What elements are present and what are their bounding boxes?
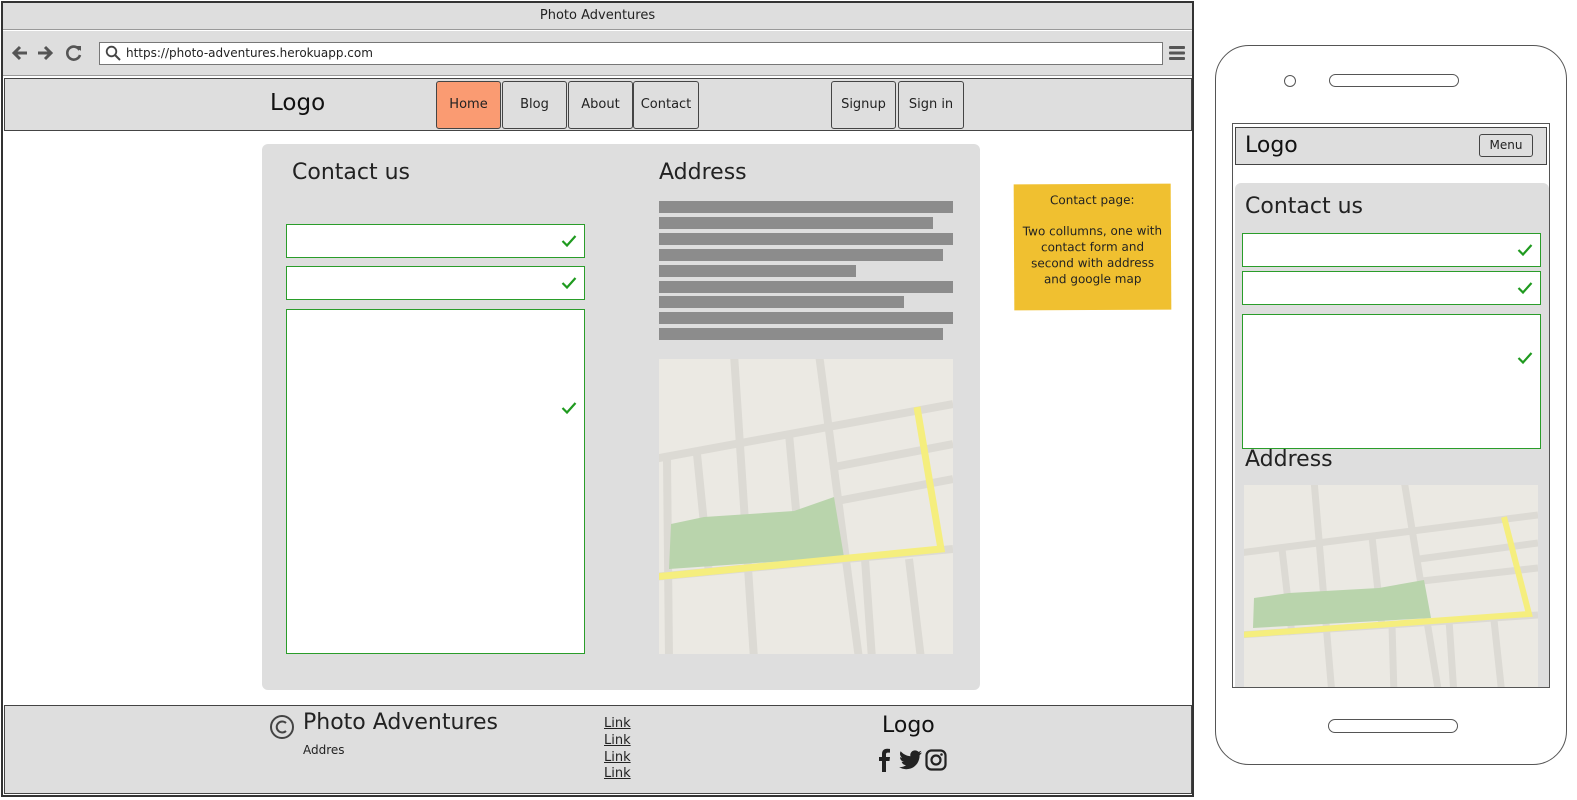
- signin-button[interactable]: Sign in: [898, 81, 964, 129]
- sticky-note: Contact page: Two collumns, one with con…: [1013, 183, 1172, 311]
- mobile-name-field[interactable]: [1242, 233, 1541, 267]
- site-navbar: Logo Home Blog About Contact Signup Sign…: [4, 78, 1192, 131]
- nav-blog[interactable]: Blog: [502, 81, 567, 129]
- address-line: [659, 233, 953, 245]
- phone-camera: [1284, 75, 1296, 87]
- check-icon: [561, 235, 577, 248]
- facebook-icon[interactable]: [873, 748, 895, 772]
- copyright-icon: [270, 715, 294, 739]
- reload-icon[interactable]: [64, 43, 84, 63]
- twitter-icon[interactable]: [899, 748, 923, 772]
- address-line: [659, 201, 953, 213]
- address-line: [659, 312, 953, 324]
- footer-brand: Photo Adventures: [303, 710, 499, 735]
- browser-toolbar: https://photo-adventures.herokuapp.com: [3, 31, 1192, 76]
- forward-arrow-icon[interactable]: [35, 43, 55, 63]
- browser-window: Photo Adventures https://photo-adventure…: [1, 1, 1194, 797]
- browser-menu-icon[interactable]: [1168, 45, 1186, 61]
- mobile-email-field[interactable]: [1242, 271, 1541, 305]
- footer-link[interactable]: Link: [604, 766, 631, 781]
- search-icon: [105, 45, 121, 61]
- address-line: [659, 265, 856, 277]
- address-line: [659, 217, 933, 229]
- address-line: [659, 249, 943, 261]
- note-body: Two collumns, one with contact form and …: [1022, 223, 1163, 287]
- message-textarea[interactable]: [286, 309, 585, 654]
- check-icon: [1517, 244, 1533, 257]
- address-line: [659, 296, 904, 308]
- check-icon: [1517, 352, 1533, 365]
- footer-link[interactable]: Link: [604, 733, 631, 748]
- mobile-menu-button[interactable]: Menu: [1479, 134, 1533, 157]
- back-arrow-icon[interactable]: [10, 43, 30, 63]
- instagram-icon[interactable]: [925, 748, 947, 772]
- contact-card: Contact us Address: [262, 144, 980, 690]
- mobile-address-heading: Address: [1245, 447, 1333, 472]
- nav-about[interactable]: About: [568, 81, 633, 129]
- google-map[interactable]: [659, 359, 953, 654]
- check-icon: [561, 277, 577, 290]
- site-logo[interactable]: Logo: [270, 90, 325, 116]
- footer-link[interactable]: Link: [604, 716, 631, 731]
- check-icon: [561, 402, 577, 415]
- mobile-device: Logo Menu Contact us Address: [1215, 45, 1567, 765]
- name-field[interactable]: [286, 224, 585, 258]
- window-title: Photo Adventures: [3, 3, 1192, 30]
- url-bar[interactable]: https://photo-adventures.herokuapp.com: [99, 42, 1163, 65]
- phone-speaker: [1329, 74, 1459, 87]
- mobile-screen: Logo Menu Contact us Address: [1232, 123, 1550, 688]
- site-footer: Photo Adventures Addres Link Link Link L…: [4, 705, 1192, 794]
- mobile-google-map[interactable]: [1244, 485, 1538, 687]
- mobile-contact-card: Contact us Address: [1235, 183, 1549, 687]
- mobile-message-textarea[interactable]: [1242, 314, 1541, 449]
- footer-logo: Logo: [882, 713, 935, 738]
- address-heading: Address: [659, 160, 747, 185]
- address-line: [659, 328, 943, 340]
- note-title: Contact page:: [1049, 192, 1135, 208]
- address-line: [659, 281, 953, 293]
- footer-address: Addres: [303, 743, 345, 757]
- mobile-logo[interactable]: Logo: [1245, 133, 1298, 158]
- mobile-navbar: Logo Menu: [1235, 127, 1547, 165]
- mobile-contact-heading: Contact us: [1245, 194, 1363, 219]
- nav-home[interactable]: Home: [436, 81, 501, 129]
- map-graphic: [1244, 485, 1538, 687]
- email-field[interactable]: [286, 266, 585, 300]
- footer-link[interactable]: Link: [604, 750, 631, 765]
- nav-contact[interactable]: Contact: [633, 81, 699, 129]
- url-text: https://photo-adventures.herokuapp.com: [126, 46, 373, 60]
- check-icon: [1517, 282, 1533, 295]
- contact-heading: Contact us: [292, 160, 410, 185]
- map-graphic: [659, 359, 953, 654]
- phone-home-button: [1328, 719, 1458, 733]
- signup-button[interactable]: Signup: [831, 81, 896, 129]
